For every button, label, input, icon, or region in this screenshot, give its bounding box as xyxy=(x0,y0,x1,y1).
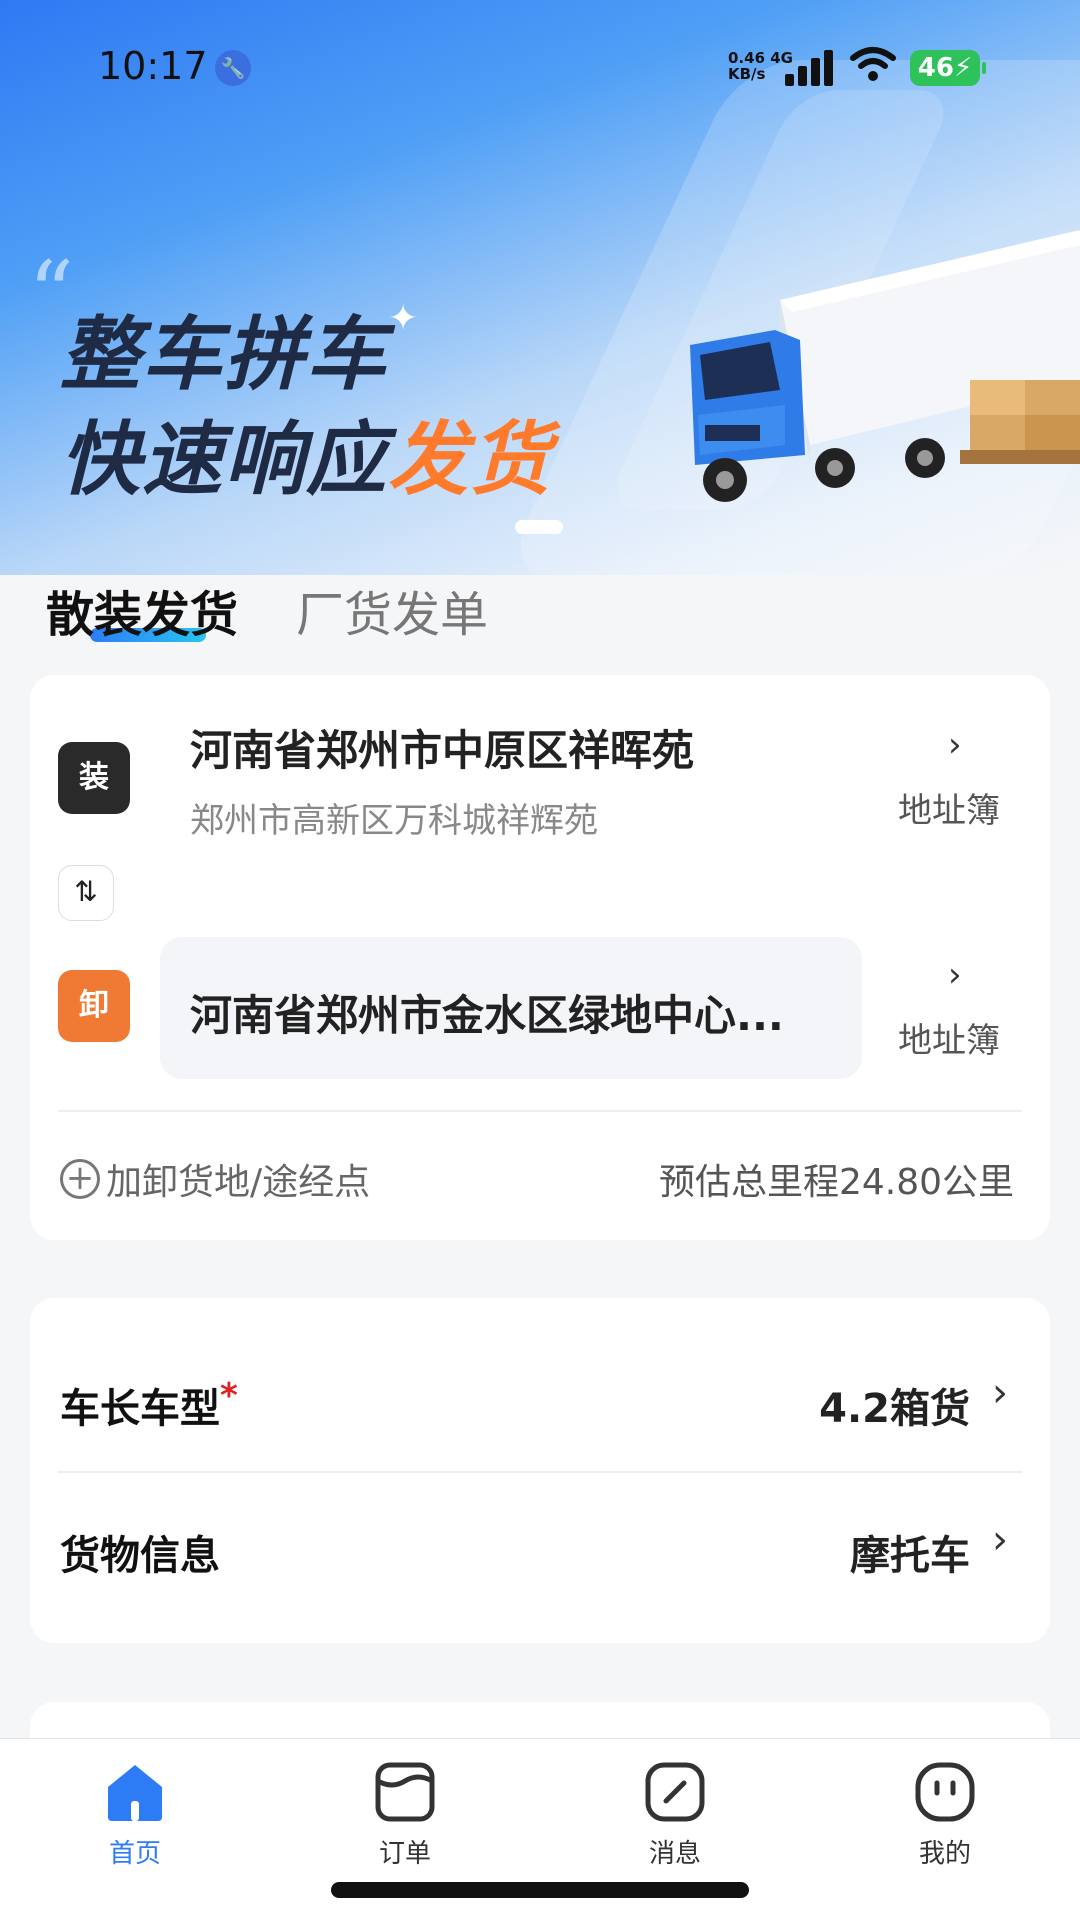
vehicle-type-value[interactable]: 4.2箱货 xyxy=(819,1376,970,1434)
nav-messages[interactable]: 消息 xyxy=(605,1759,745,1870)
banner-subtitle: 快速响应发货 xyxy=(60,395,552,511)
nav-mine[interactable]: 我的 xyxy=(875,1759,1015,1870)
status-time: 10:17 xyxy=(98,44,208,88)
truck-illustration xyxy=(690,230,1080,502)
orders-icon xyxy=(375,1762,435,1822)
battery-level: 46 xyxy=(917,53,954,83)
cargo-info-value[interactable]: 摩托车 xyxy=(850,1523,970,1581)
nav-orders[interactable]: 订单 xyxy=(335,1759,475,1870)
cargo-info-label: 货物信息 xyxy=(60,1533,220,1579)
load-chevron-icon[interactable]: › xyxy=(948,725,962,765)
swap-icon[interactable]: ⇅ xyxy=(58,865,114,921)
divider xyxy=(58,1471,1022,1473)
nav-home[interactable]: 首页 xyxy=(65,1759,205,1870)
chevron-right-icon[interactable]: › xyxy=(992,1370,1008,1416)
profile-icon xyxy=(915,1762,975,1822)
message-icon xyxy=(645,1762,705,1822)
add-stop-button[interactable]: + 加卸货地/途经点 xyxy=(60,1153,370,1205)
wrench-icon: 🔧 xyxy=(215,50,251,86)
load-address-main[interactable]: 河南省郑州市中原区祥晖苑 xyxy=(190,717,694,778)
unload-chevron-icon[interactable]: › xyxy=(948,955,962,995)
banner-highlight: 发货 xyxy=(388,413,552,506)
carousel-indicator[interactable] xyxy=(515,520,563,534)
plus-circle-icon: + xyxy=(60,1159,100,1199)
load-badge: 装 xyxy=(58,742,130,814)
vehicle-card: 车长车型* 4.2箱货 › 货物信息 摩托车 › xyxy=(30,1298,1050,1643)
unload-address-main[interactable]: 河南省郑州市金水区绿地中心... xyxy=(190,982,784,1043)
estimated-distance: 预估总里程24.80公里 xyxy=(658,1162,1014,1203)
chevron-right-icon[interactable]: › xyxy=(992,1517,1008,1563)
tab-bulk-shipping[interactable]: 散装发货 xyxy=(46,575,238,645)
divider xyxy=(58,1110,1022,1112)
nav-mine-label: 我的 xyxy=(918,1839,971,1869)
tab-factory-order[interactable]: 厂货发单 xyxy=(296,575,488,645)
hero-banner[interactable]: 10:17 🔧 0.46 4G KB/s 46⚡ “ 整车拼车 ✦ 快速响应发货 xyxy=(0,0,1080,575)
required-mark: * xyxy=(220,1376,238,1416)
nav-orders-label: 订单 xyxy=(378,1839,431,1869)
home-indicator[interactable] xyxy=(331,1882,749,1898)
network-speed: 0.46 4G KB/s xyxy=(728,50,793,82)
sparkle-icon: ✦ xyxy=(388,298,419,339)
vehicle-type-label: 车长车型* xyxy=(60,1376,238,1434)
vehicle-type-label-text: 车长车型 xyxy=(60,1386,220,1432)
load-address-sub: 郑州市高新区万科城祥辉苑 xyxy=(190,801,598,841)
add-stop-label: 加卸货地/途经点 xyxy=(106,1162,371,1203)
banner-title: 整车拼车 xyxy=(60,308,388,401)
battery-icon: 46⚡ xyxy=(910,50,986,86)
unload-address-box[interactable]: 河南省郑州市金水区绿地中心... xyxy=(160,937,862,1079)
address-card: 装 河南省郑州市中原区祥晖苑 郑州市高新区万科城祥辉苑 › 地址簿 ⇅ 卸 河南… xyxy=(30,675,1050,1240)
load-address-book[interactable]: 地址簿 xyxy=(898,783,1000,832)
nav-messages-label: 消息 xyxy=(648,1839,701,1869)
unload-badge: 卸 xyxy=(58,970,130,1042)
home-icon xyxy=(108,1765,162,1821)
signal-icon xyxy=(785,50,837,86)
nav-home-label: 首页 xyxy=(108,1839,161,1869)
wifi-icon xyxy=(850,46,896,89)
banner-subtitle-main: 快速响应 xyxy=(60,413,388,506)
unload-address-book[interactable]: 地址簿 xyxy=(898,1013,1000,1062)
net-speed-unit: KB/s xyxy=(728,65,766,83)
